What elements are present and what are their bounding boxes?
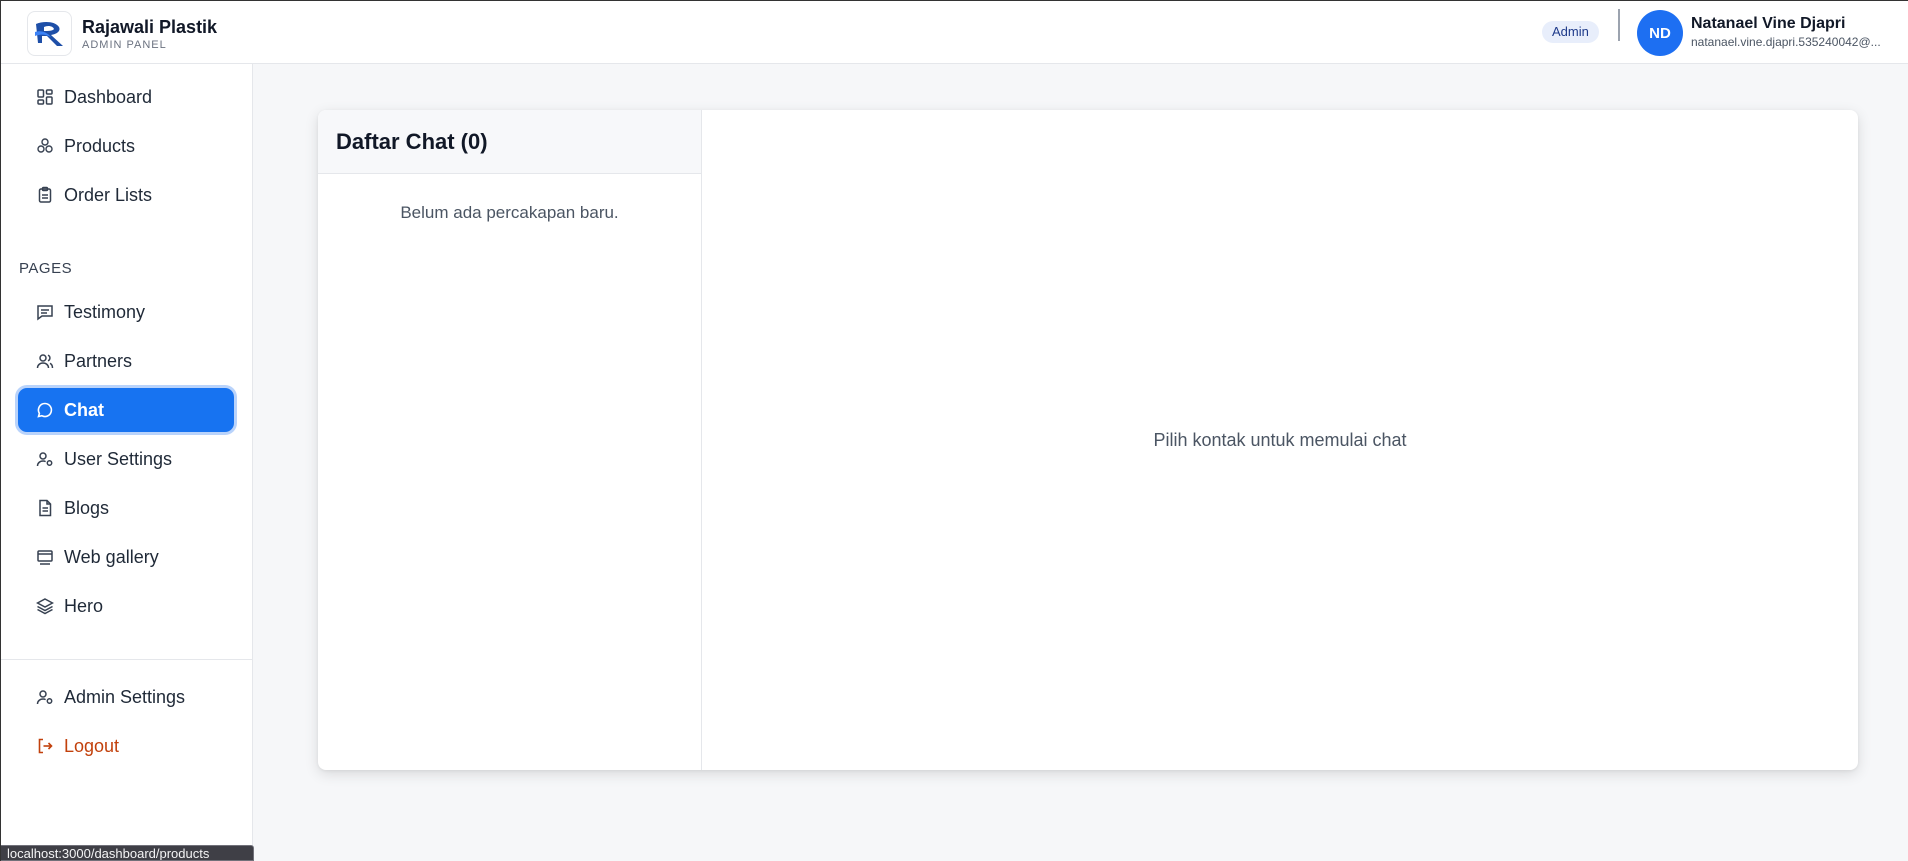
clipboard-icon xyxy=(36,186,54,204)
sidebar-item-hero[interactable]: Hero xyxy=(18,584,234,628)
sidebar-item-label: Chat xyxy=(64,399,104,420)
sidebar-item-label: Partners xyxy=(64,350,133,371)
logout-icon xyxy=(36,737,54,755)
chat-placeholder-text: Pilih kontak untuk memulai chat xyxy=(1153,429,1407,450)
chat-list-empty-message: Belum ada percakapan baru. xyxy=(400,203,619,222)
sidebar-item-label: Testimony xyxy=(64,301,146,322)
section-label-pages: PAGES xyxy=(19,260,73,277)
sidebar-item-admin-settings[interactable]: Admin Settings xyxy=(18,675,234,719)
sidebar-divider xyxy=(0,659,253,660)
sidebar-item-testimony[interactable]: Testimony xyxy=(18,290,234,334)
sidebar-item-label: Order Lists xyxy=(64,184,153,205)
gallery-icon xyxy=(36,548,54,566)
sidebar-item-products[interactable]: Products xyxy=(18,124,234,168)
chat-list: Daftar Chat (0) Belum ada percakapan bar… xyxy=(318,110,702,770)
user-avatar[interactable]: ND xyxy=(1637,10,1683,56)
sidebar-item-label: Products xyxy=(64,135,136,156)
sidebar-item-label: Admin Settings xyxy=(64,686,186,707)
chat-conversation-area: Pilih kontak untuk memulai chat xyxy=(702,110,1858,770)
message-square-icon xyxy=(36,303,54,321)
sidebar-item-label: Logout xyxy=(64,735,120,756)
sidebar-item-blogs[interactable]: Blogs xyxy=(18,486,234,530)
users-icon xyxy=(36,352,54,370)
sidebar-item-web-gallery[interactable]: Web gallery xyxy=(18,535,234,579)
sidebar-item-order-lists[interactable]: Order Lists xyxy=(18,173,234,217)
user-cog-icon xyxy=(36,688,54,706)
sidebar-item-partners[interactable]: Partners xyxy=(18,339,234,383)
status-bar-url: localhost:3000/dashboard/products xyxy=(0,845,254,861)
top-header: Rajawali Plastik ADMIN PANEL Admin ND Na… xyxy=(0,0,1908,64)
sidebar-item-user-settings[interactable]: User Settings xyxy=(18,437,234,481)
brand-logo-icon xyxy=(27,11,72,56)
sidebar-item-label: Hero xyxy=(64,595,104,616)
user-email: natanael.vine.djapri.535240042@... xyxy=(1691,35,1881,49)
role-badge: Admin xyxy=(1542,21,1599,43)
header-divider xyxy=(1618,9,1620,41)
window-frame-top xyxy=(0,0,1908,1)
sidebar-item-label: User Settings xyxy=(64,448,173,469)
sidebar-item-label: Dashboard xyxy=(64,86,153,107)
sidebar-item-logout[interactable]: Logout xyxy=(18,724,234,768)
user-cog-icon xyxy=(36,450,54,468)
sidebar-item-label: Web gallery xyxy=(64,546,159,567)
products-icon xyxy=(36,137,54,155)
sidebar: Dashboard Products Order Lists PAGES Tes… xyxy=(0,64,253,861)
sidebar-item-dashboard[interactable]: Dashboard xyxy=(18,75,234,119)
sidebar-item-chat[interactable]: Chat xyxy=(18,388,234,432)
chat-bubble-icon xyxy=(36,401,54,419)
layers-icon xyxy=(36,597,54,615)
brand-subtitle: ADMIN PANEL xyxy=(82,38,167,51)
document-icon xyxy=(36,499,54,517)
window-frame-left xyxy=(0,0,1,861)
chat-list-title: Daftar Chat (0) xyxy=(318,110,701,174)
dashboard-icon xyxy=(36,88,54,106)
user-name[interactable]: Natanael Vine Djapri xyxy=(1691,15,1845,33)
brand-name: Rajawali Plastik xyxy=(82,16,218,37)
sidebar-item-label: Blogs xyxy=(64,497,110,518)
brand[interactable]: Rajawali Plastik ADMIN PANEL xyxy=(27,11,217,56)
chat-panel: Daftar Chat (0) Belum ada percakapan bar… xyxy=(318,110,1858,770)
